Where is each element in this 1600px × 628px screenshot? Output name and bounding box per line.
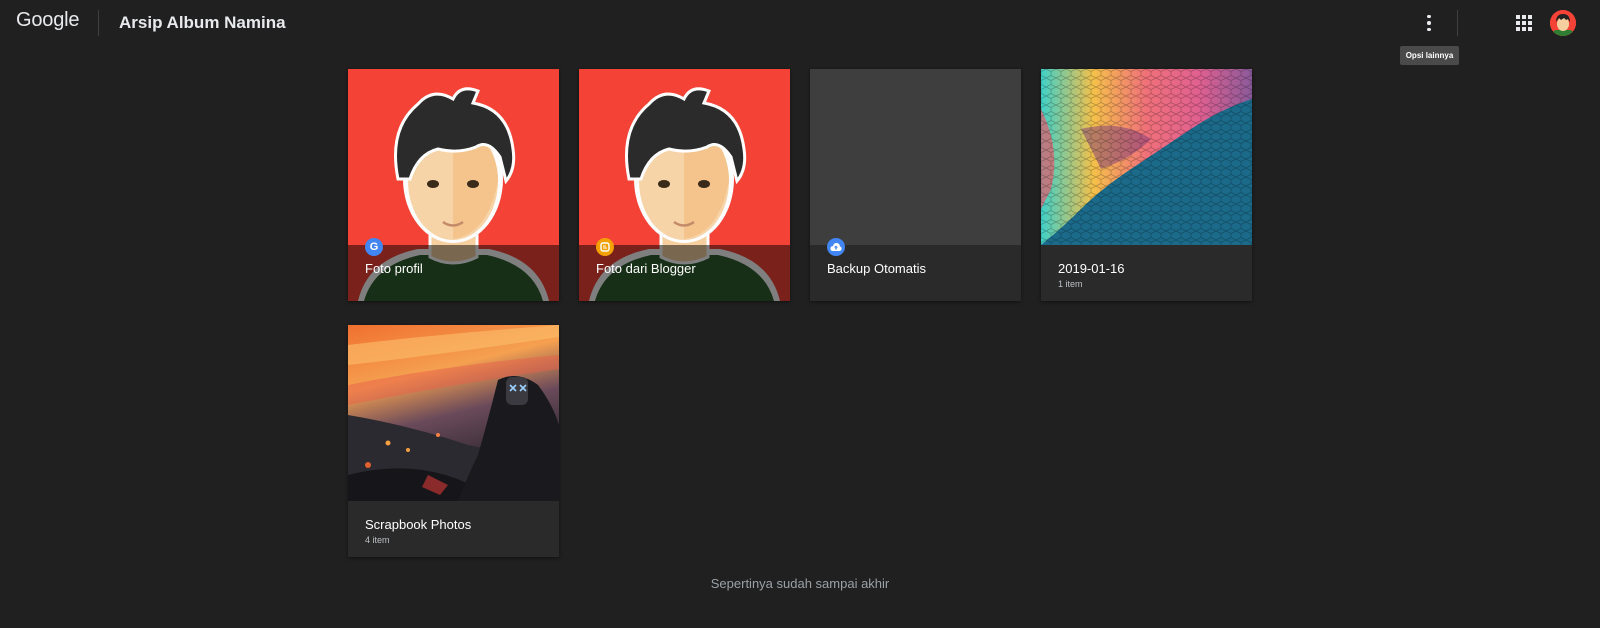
album-card-backup-otomatis[interactable]: Backup Otomatis (810, 69, 1021, 301)
album-item-count: 1 item (1058, 279, 1083, 289)
album-card-foto-dari-blogger[interactable]: Foto dari Blogger (579, 69, 790, 301)
album-info: Scrapbook Photos 4 item (348, 501, 559, 557)
blogger-icon (596, 238, 614, 256)
more-options-button[interactable] (1416, 10, 1442, 36)
album-title: Scrapbook Photos (365, 517, 472, 532)
tooltip-more-options: Opsi lainnya (1400, 46, 1459, 65)
album-item-count: 4 item (365, 535, 390, 545)
album-card-foto-profil[interactable]: Foto profil G (348, 69, 559, 301)
album-title: 2019-01-16 (1058, 261, 1125, 276)
header-divider-right (1457, 10, 1458, 36)
page-title: Arsip Album Namina (119, 13, 286, 32)
album-cover-hexagon-pattern (1041, 69, 1252, 245)
album-title: Foto dari Blogger (596, 261, 696, 276)
google-icon: G (365, 238, 383, 256)
google-logo[interactable]: Google (16, 9, 79, 32)
album-title: Backup Otomatis (827, 261, 926, 276)
album-card-scrapbook-photos[interactable]: Scrapbook Photos 4 item (348, 325, 559, 557)
header-divider (98, 10, 99, 36)
album-title: Foto profil (365, 261, 423, 276)
account-avatar[interactable] (1550, 10, 1576, 36)
album-card-2019-01-16[interactable]: 2019-01-16 1 item (1041, 69, 1252, 301)
end-of-list-message: Sepertinya sudah sampai akhir (710, 576, 890, 591)
top-app-bar: Google Arsip Album Namina (0, 0, 1600, 46)
cloud-upload-icon (827, 238, 845, 256)
album-cover-empty (810, 69, 1021, 245)
more-vert-icon (1427, 14, 1431, 32)
google-apps-icon[interactable] (1514, 13, 1534, 33)
album-cover-sunset-photo (348, 325, 559, 501)
album-info: 2019-01-16 1 item (1041, 245, 1252, 301)
